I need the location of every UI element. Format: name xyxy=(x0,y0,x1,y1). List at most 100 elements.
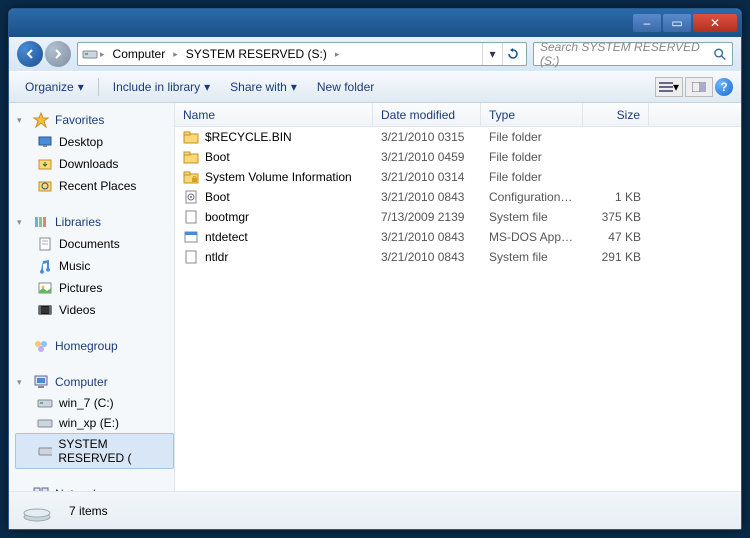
search-input[interactable]: Search SYSTEM RESERVED (S:) xyxy=(533,42,733,66)
drive-icon xyxy=(82,46,98,62)
file-row[interactable]: $RECYCLE.BIN3/21/2010 0315File folder xyxy=(175,127,741,147)
help-button[interactable]: ? xyxy=(715,78,733,96)
chevron-down-icon: ▾ xyxy=(291,80,297,94)
sidebar-item-win7[interactable]: win_7 (C:) xyxy=(15,393,174,413)
search-placeholder: Search SYSTEM RESERVED (S:) xyxy=(540,40,713,68)
sidebar-favorites[interactable]: ▾Favorites xyxy=(15,109,174,131)
file-date: 3/21/2010 0843 xyxy=(373,190,481,204)
file-size: 291 KB xyxy=(583,250,649,264)
chevron-right-icon[interactable]: ▸ xyxy=(100,49,105,60)
sidebar-item-videos[interactable]: Videos xyxy=(15,299,174,321)
new-folder-button[interactable]: New folder xyxy=(309,76,382,98)
file-type: MS-DOS Applicati... xyxy=(481,230,583,244)
sidebar-item-documents[interactable]: Documents xyxy=(15,233,174,255)
column-headers: Name Date modified Type Size xyxy=(175,103,741,127)
drive-icon xyxy=(37,417,53,429)
share-with-button[interactable]: Share with ▾ xyxy=(222,76,305,98)
column-date[interactable]: Date modified xyxy=(373,103,481,126)
sidebar-item-music[interactable]: Music xyxy=(15,255,174,277)
file-list-pane: Name Date modified Type Size $RECYCLE.BI… xyxy=(175,103,741,491)
column-size[interactable]: Size xyxy=(583,103,649,126)
recent-icon xyxy=(37,178,53,194)
sidebar-item-recent[interactable]: Recent Places xyxy=(15,175,174,197)
refresh-button[interactable] xyxy=(502,43,522,65)
chevron-right-icon[interactable]: ▸ xyxy=(173,49,178,60)
file-size: 47 KB xyxy=(583,230,649,244)
maximize-button[interactable]: ▭ xyxy=(663,14,691,32)
file-date: 3/21/2010 0314 xyxy=(373,170,481,184)
command-bar: Organize ▾ Include in library ▾ Share wi… xyxy=(9,71,741,103)
file-row[interactable]: System Volume Information3/21/2010 0314F… xyxy=(175,167,741,187)
titlebar[interactable]: – ▭ ✕ xyxy=(9,9,741,37)
file-name: Boot xyxy=(205,150,230,164)
file-type: System file xyxy=(481,250,583,264)
minimize-button[interactable]: – xyxy=(633,14,661,32)
file-date: 7/13/2009 2139 xyxy=(373,210,481,224)
close-button[interactable]: ✕ xyxy=(693,14,737,32)
address-bar[interactable]: ▸ Computer ▸ SYSTEM RESERVED (S:) ▸ ▾ xyxy=(77,42,527,66)
status-count: 7 items xyxy=(69,504,108,518)
chevron-right-icon[interactable]: ▸ xyxy=(335,49,340,60)
file-row[interactable]: Boot3/21/2010 0843Configuration sett...1… xyxy=(175,187,741,207)
file-row[interactable]: ntdetect 3/21/2010 0843MS-DOS Applicati..… xyxy=(175,227,741,247)
file-name: bootmgr xyxy=(205,210,249,224)
organize-button[interactable]: Organize ▾ xyxy=(17,76,92,98)
forward-button[interactable] xyxy=(45,41,71,67)
navigation-pane[interactable]: ▾Favorites Desktop Downloads Recent Plac… xyxy=(9,103,175,491)
chevron-down-icon: ▾ xyxy=(78,80,84,94)
sidebar-item-downloads[interactable]: Downloads xyxy=(15,153,174,175)
search-icon xyxy=(713,47,726,61)
body: ▾Favorites Desktop Downloads Recent Plac… xyxy=(9,103,741,491)
file-rows[interactable]: $RECYCLE.BIN3/21/2010 0315File folderBoo… xyxy=(175,127,741,491)
file-date: 3/21/2010 0843 xyxy=(373,250,481,264)
history-dropdown-button[interactable]: ▾ xyxy=(482,43,502,65)
status-bar: 7 items xyxy=(9,491,741,529)
pictures-icon xyxy=(37,280,53,296)
videos-icon xyxy=(37,302,53,318)
file-row[interactable]: bootmgr 7/13/2009 2139System file375 KB xyxy=(175,207,741,227)
sidebar-computer[interactable]: ▾Computer xyxy=(15,371,174,393)
breadcrumb-computer[interactable]: Computer xyxy=(107,47,172,61)
file-icon xyxy=(183,189,199,205)
file-type: Configuration sett... xyxy=(481,190,583,204)
drive-icon xyxy=(38,445,52,457)
file-type: File folder xyxy=(481,170,583,184)
file-row[interactable]: ntldr 3/21/2010 0843System file291 KB xyxy=(175,247,741,267)
column-name[interactable]: Name xyxy=(175,103,373,126)
libraries-icon xyxy=(33,214,49,230)
file-date: 3/21/2010 0459 xyxy=(373,150,481,164)
preview-pane-button[interactable] xyxy=(685,77,713,97)
file-icon xyxy=(183,249,199,265)
file-name: $RECYCLE.BIN xyxy=(205,130,292,144)
file-date: 3/21/2010 0843 xyxy=(373,230,481,244)
collapse-icon: ▾ xyxy=(17,377,27,388)
sidebar-item-system-reserved[interactable]: SYSTEM RESERVED ( xyxy=(15,433,174,469)
file-icon xyxy=(183,229,199,245)
sidebar-homegroup[interactable]: Homegroup xyxy=(15,335,174,357)
sidebar-libraries[interactable]: ▾Libraries xyxy=(15,211,174,233)
sidebar-item-winxp[interactable]: win_xp (E:) xyxy=(15,413,174,433)
file-row[interactable]: Boot 3/21/2010 0459File folder xyxy=(175,147,741,167)
file-type: File folder xyxy=(481,130,583,144)
computer-icon xyxy=(33,374,49,390)
collapse-icon: ▾ xyxy=(17,115,27,126)
music-icon xyxy=(37,258,53,274)
column-type[interactable]: Type xyxy=(481,103,583,126)
include-library-button[interactable]: Include in library ▾ xyxy=(105,76,218,98)
breadcrumb-drive[interactable]: SYSTEM RESERVED (S:) xyxy=(180,47,333,61)
file-name: ntdetect xyxy=(205,230,248,244)
back-button[interactable] xyxy=(17,41,43,67)
sidebar-network[interactable]: Network xyxy=(15,483,174,491)
view-options-button[interactable]: ▾ xyxy=(655,77,683,97)
drive-icon xyxy=(37,397,53,409)
desktop-icon xyxy=(37,134,53,150)
file-type: File folder xyxy=(481,150,583,164)
sidebar-item-pictures[interactable]: Pictures xyxy=(15,277,174,299)
file-name: ntldr xyxy=(205,250,228,264)
file-type: System file xyxy=(481,210,583,224)
file-size: 375 KB xyxy=(583,210,649,224)
homegroup-icon xyxy=(33,338,49,354)
star-icon xyxy=(33,112,49,128)
sidebar-item-desktop[interactable]: Desktop xyxy=(15,131,174,153)
downloads-icon xyxy=(37,156,53,172)
